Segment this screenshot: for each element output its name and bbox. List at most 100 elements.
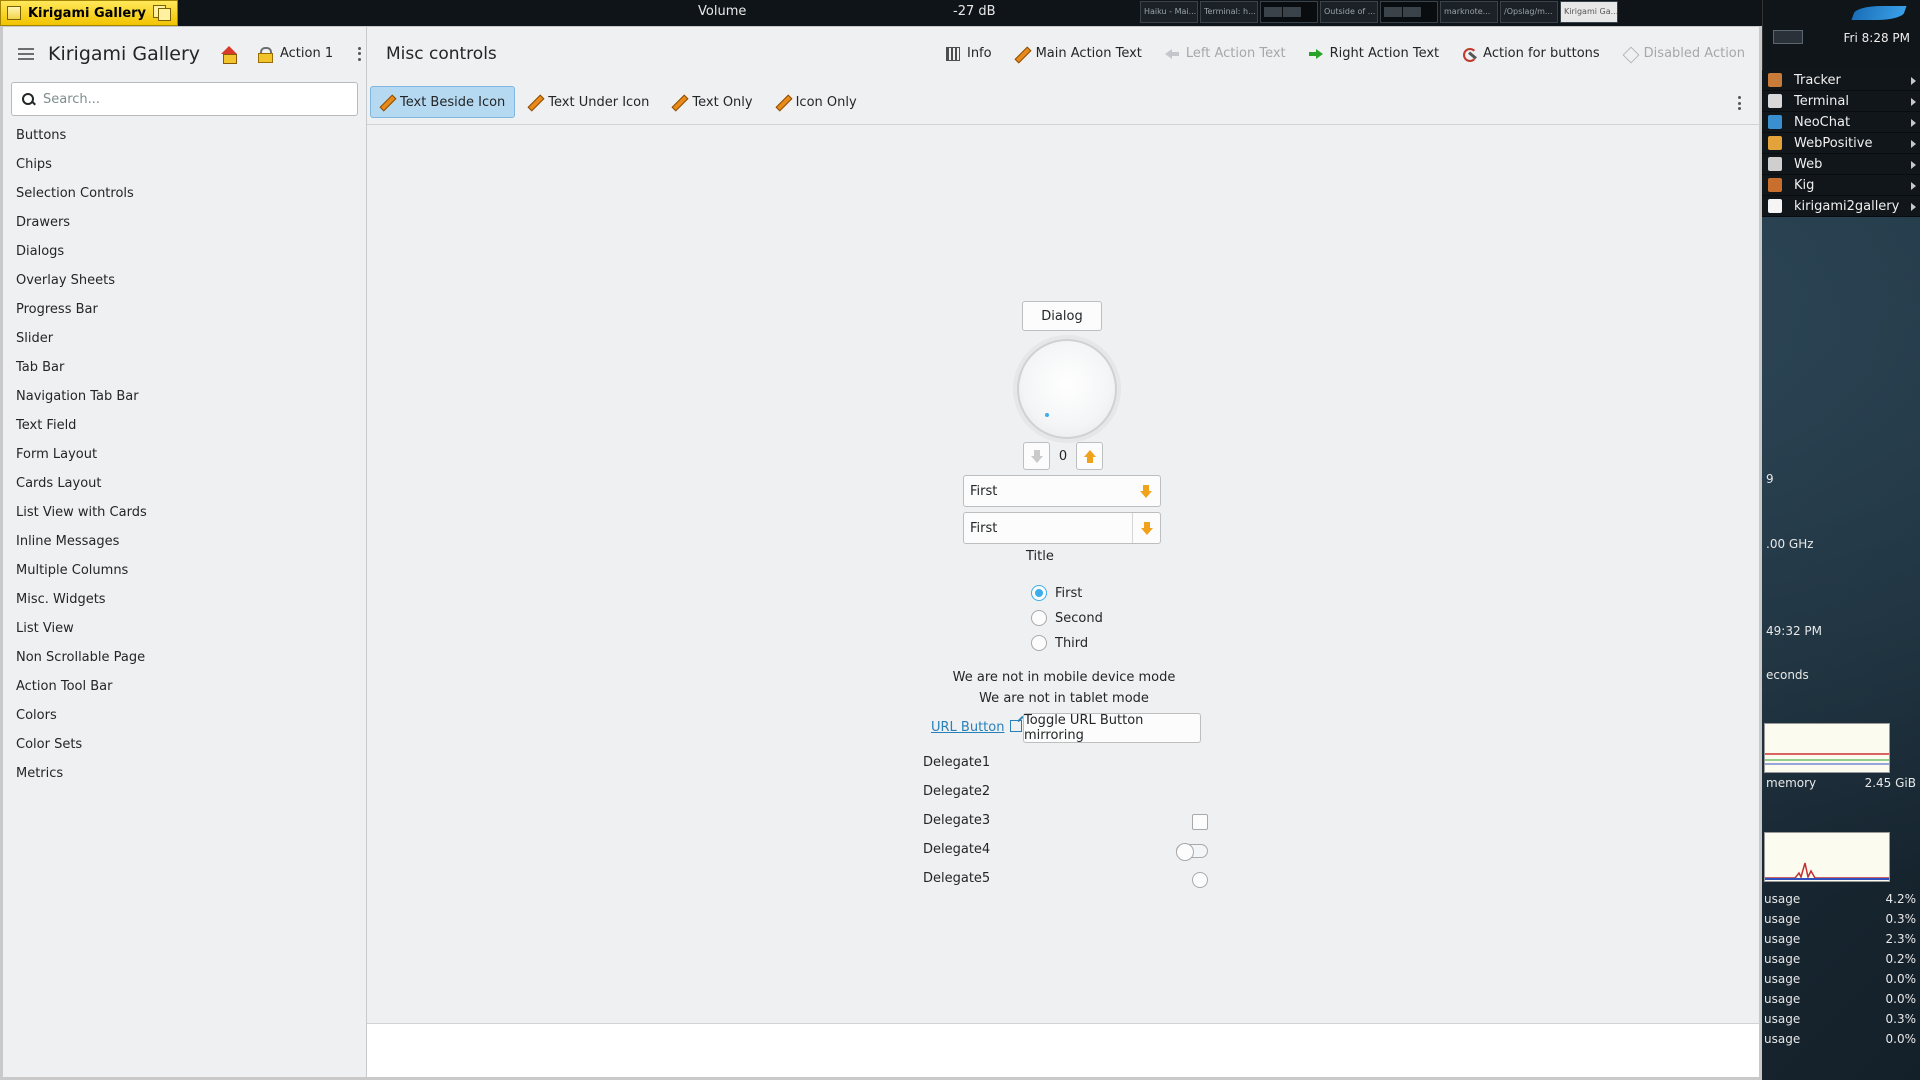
pencil-icon	[380, 95, 394, 109]
toggle-url-mirroring-button[interactable]: Toggle URL Button mirroring	[1023, 713, 1201, 743]
clock[interactable]: Fri 8:28 PM	[1844, 31, 1910, 45]
spin-up-button[interactable]	[1076, 442, 1103, 470]
url-button[interactable]: URL Button	[931, 720, 1023, 735]
deskbar-app-tracker[interactable]: Tracker	[1762, 70, 1920, 91]
sidebar-item-form-layout[interactable]: Form Layout	[3, 440, 366, 469]
url-button-label[interactable]: URL Button	[931, 720, 1004, 735]
radio-first[interactable]: First	[1031, 585, 1082, 601]
spin-value[interactable]: 0	[1050, 449, 1076, 464]
usage-row-1: usage 4.2%	[1764, 892, 1916, 906]
delegate1[interactable]: Delegate1	[923, 755, 990, 770]
memory-row: memory 2.45 GiB	[1766, 776, 1916, 790]
task-workspaces[interactable]	[1260, 1, 1318, 23]
icon-only-button[interactable]: Icon Only	[766, 86, 867, 118]
tray-monitor-icon[interactable]	[1773, 30, 1803, 44]
sidebar-item-navigation-tab-bar[interactable]: Navigation Tab Bar	[3, 382, 366, 411]
task-outside[interactable]: Outside of ...	[1320, 1, 1378, 23]
delegate2[interactable]: Delegate2	[923, 784, 990, 799]
left-action[interactable]: Left Action Text	[1164, 46, 1286, 61]
app-label: Tracker	[1794, 72, 1841, 88]
sidebar-overflow-icon[interactable]	[357, 46, 361, 61]
task-opslag[interactable]: /Opslag/m...	[1500, 1, 1558, 23]
sidebar-item-action-tool-bar[interactable]: Action Tool Bar	[3, 672, 366, 701]
combobox[interactable]: First	[963, 475, 1161, 507]
task-workspaces-2[interactable]	[1380, 1, 1438, 23]
deskbar-app-neochat[interactable]: NeoChat	[1762, 112, 1920, 133]
sidebar-item-color-sets[interactable]: Color Sets	[3, 730, 366, 759]
sidebar-item-selection-controls[interactable]: Selection Controls	[3, 179, 366, 208]
dialog-button[interactable]: Dialog	[1022, 301, 1102, 331]
external-link-icon	[1010, 720, 1023, 732]
radio-third[interactable]: Third	[1031, 635, 1088, 651]
buttons-action[interactable]: Action for buttons	[1462, 46, 1600, 62]
sidebar-item-dialogs[interactable]: Dialogs	[3, 237, 366, 266]
memory-graph	[1764, 723, 1890, 773]
sidebar-item-buttons[interactable]: Buttons	[3, 121, 366, 150]
sidebar-item-metrics[interactable]: Metrics	[3, 759, 366, 788]
editable-combobox-value[interactable]: First	[970, 521, 1132, 536]
sidebar-item-cards-layout[interactable]: Cards Layout	[3, 469, 366, 498]
text-only-button[interactable]: Text Only	[662, 86, 762, 118]
deskbar-app-kirigami2gallery[interactable]: kirigami2gallery	[1762, 196, 1920, 217]
radio-second[interactable]: Second	[1031, 610, 1103, 626]
sidebar-item-tab-bar[interactable]: Tab Bar	[3, 353, 366, 382]
hamburger-icon[interactable]	[18, 47, 34, 60]
zoom-box-icon[interactable]	[153, 5, 171, 21]
home-icon[interactable]	[220, 45, 238, 64]
usage-label: usage	[1764, 892, 1801, 906]
info-action[interactable]: Info	[945, 46, 992, 61]
delegate5[interactable]: Delegate5	[923, 871, 990, 886]
sidebar-item-list-view[interactable]: List View	[3, 614, 366, 643]
radio-first-label: First	[1055, 585, 1083, 601]
right-action[interactable]: Right Action Text	[1308, 46, 1439, 61]
sidebar-item-misc-widgets[interactable]: Misc. Widgets	[3, 585, 366, 614]
main-action[interactable]: Main Action Text	[1015, 46, 1142, 61]
action1-button[interactable]: Action 1	[258, 46, 333, 63]
sidebar-item-text-field[interactable]: Text Field	[3, 411, 366, 440]
haiku-leaf-icon[interactable]	[1851, 6, 1907, 20]
sidebar-item-overlay-sheets[interactable]: Overlay Sheets	[3, 266, 366, 295]
tool-icon	[1462, 47, 1478, 62]
app-label: Web	[1794, 156, 1823, 172]
delegate4[interactable]: Delegate4	[923, 842, 990, 857]
sidebar-item-progress-bar[interactable]: Progress Bar	[3, 295, 366, 324]
delegate3-checkbox[interactable]	[1192, 814, 1208, 830]
editable-combobox-arrow[interactable]	[1132, 513, 1160, 543]
sidebar-item-colors[interactable]: Colors	[3, 701, 366, 730]
tray-icons[interactable]	[1773, 48, 1797, 60]
lock-icon	[258, 46, 273, 63]
task-terminal[interactable]: Terminal: h...	[1200, 1, 1258, 23]
sidebar-item-non-scrollable[interactable]: Non Scrollable Page	[3, 643, 366, 672]
webpositive-icon	[1768, 136, 1782, 150]
volume-label[interactable]: Volume	[698, 4, 746, 19]
task-marknote[interactable]: marknote...	[1440, 1, 1498, 23]
dial-control[interactable]	[1017, 339, 1117, 439]
toolbar-overflow-icon[interactable]	[1737, 96, 1741, 110]
task-kirigami[interactable]: Kirigami Ga...	[1560, 1, 1618, 23]
delegate4-switch[interactable]	[1176, 843, 1208, 861]
window-tab[interactable]: Kirigami Gallery	[0, 0, 178, 26]
task-haiku[interactable]: Haiku - Mai...	[1140, 1, 1198, 23]
sidebar-item-inline-messages[interactable]: Inline Messages	[3, 527, 366, 556]
search-field[interactable]	[11, 82, 358, 116]
sidebar-item-multiple-columns[interactable]: Multiple Columns	[3, 556, 366, 585]
radio-circle	[1031, 635, 1047, 651]
sidebar-item-chips[interactable]: Chips	[3, 150, 366, 179]
deskbar-app-webpositive[interactable]: WebPositive	[1762, 133, 1920, 154]
sidebar-item-slider[interactable]: Slider	[3, 324, 366, 353]
deskbar-app-kig[interactable]: Kig	[1762, 175, 1920, 196]
delegate5-radio[interactable]	[1192, 872, 1208, 888]
app-label: WebPositive	[1794, 135, 1873, 151]
deskbar-app-web[interactable]: Web	[1762, 154, 1920, 175]
deskbar-app-terminal[interactable]: Terminal	[1762, 91, 1920, 112]
search-input[interactable]	[43, 91, 343, 107]
sidebar-item-list-view-cards[interactable]: List View with Cards	[3, 498, 366, 527]
text-under-icon-button[interactable]: Text Under Icon	[518, 86, 659, 118]
editable-combobox[interactable]: First	[963, 512, 1161, 544]
mobile-mode-text: We are not in mobile device mode	[952, 670, 1176, 685]
spin-down-button[interactable]	[1023, 442, 1050, 470]
close-box-icon[interactable]	[7, 6, 21, 20]
sidebar-item-drawers[interactable]: Drawers	[3, 208, 366, 237]
text-beside-icon-button[interactable]: Text Beside Icon	[370, 86, 516, 118]
delegate3[interactable]: Delegate3	[923, 813, 990, 828]
